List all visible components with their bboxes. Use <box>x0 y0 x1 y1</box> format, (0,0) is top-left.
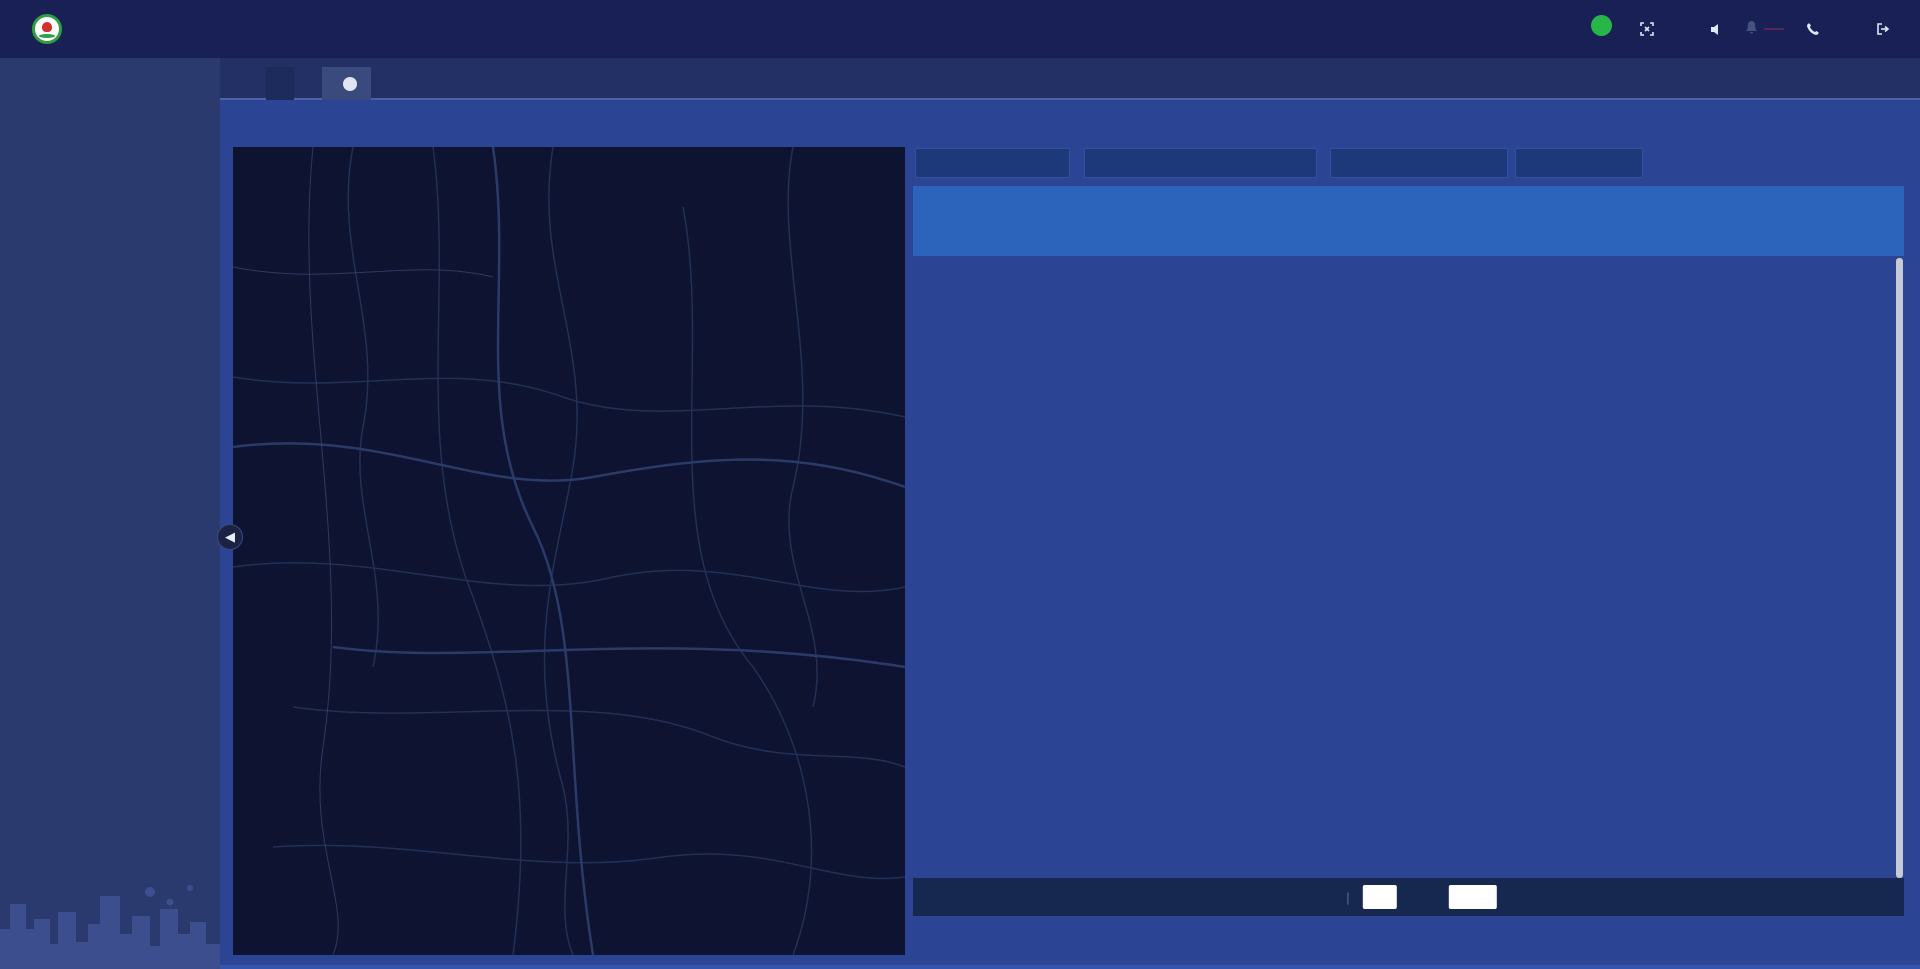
app-root: | ◀ <box>0 0 1920 969</box>
map-roads <box>233 147 905 955</box>
table-scrollbar[interactable] <box>1896 258 1903 878</box>
notification-count-badge <box>1764 28 1784 30</box>
top-header <box>0 0 1920 58</box>
tab-bar <box>220 58 1920 100</box>
phone-icon <box>1806 22 1820 36</box>
app-logo-icon <box>32 14 62 44</box>
col-lost <box>1845 218 1896 256</box>
main-content: | <box>220 102 1920 969</box>
help-button[interactable] <box>1806 22 1826 36</box>
status-filter-select[interactable] <box>1515 148 1643 178</box>
col-facility <box>1463 186 1558 256</box>
temperature-badge <box>1591 15 1612 36</box>
notifications[interactable] <box>1745 20 1784 38</box>
col-monitor <box>1558 186 1643 256</box>
map-panel[interactable] <box>233 147 905 955</box>
speaker-icon <box>1710 23 1723 36</box>
page-number-input[interactable] <box>1363 885 1397 909</box>
map-collapse-handle[interactable]: ◀ <box>217 524 243 550</box>
fullscreen-icon <box>1640 22 1654 36</box>
name-filter-input[interactable] <box>915 148 1070 178</box>
table-body <box>913 258 1904 878</box>
col-index <box>913 186 955 256</box>
col-industry <box>1265 186 1363 256</box>
region-filter-select[interactable] <box>1084 148 1317 178</box>
skyline-decoration <box>0 874 220 969</box>
col-meter <box>1643 186 1723 256</box>
col-stop <box>1795 218 1845 256</box>
temperature <box>1591 23 1618 36</box>
pagination-bar: | <box>913 878 1904 916</box>
exit-button[interactable] <box>1876 22 1896 36</box>
industry-filter-select[interactable] <box>1330 148 1508 178</box>
fullscreen-button[interactable] <box>1640 22 1660 36</box>
tab-realtime-monitor[interactable] <box>322 67 371 100</box>
sidebar <box>0 58 220 969</box>
col-region <box>955 186 1103 256</box>
col-limit <box>1363 186 1463 256</box>
col-run <box>1723 218 1795 256</box>
tab-home[interactable] <box>266 67 294 100</box>
logout-icon <box>1876 22 1890 36</box>
mute-button[interactable] <box>1710 23 1723 36</box>
bell-icon <box>1745 20 1758 38</box>
tab-close-icon[interactable] <box>343 77 357 91</box>
bottom-edge-decoration <box>0 965 1920 969</box>
page-size-select[interactable] <box>1449 885 1497 909</box>
col-company <box>1103 186 1265 256</box>
table-header <box>913 186 1904 256</box>
enterprise-table-panel: | <box>913 148 1904 918</box>
col-group-point-status <box>1723 186 1896 218</box>
